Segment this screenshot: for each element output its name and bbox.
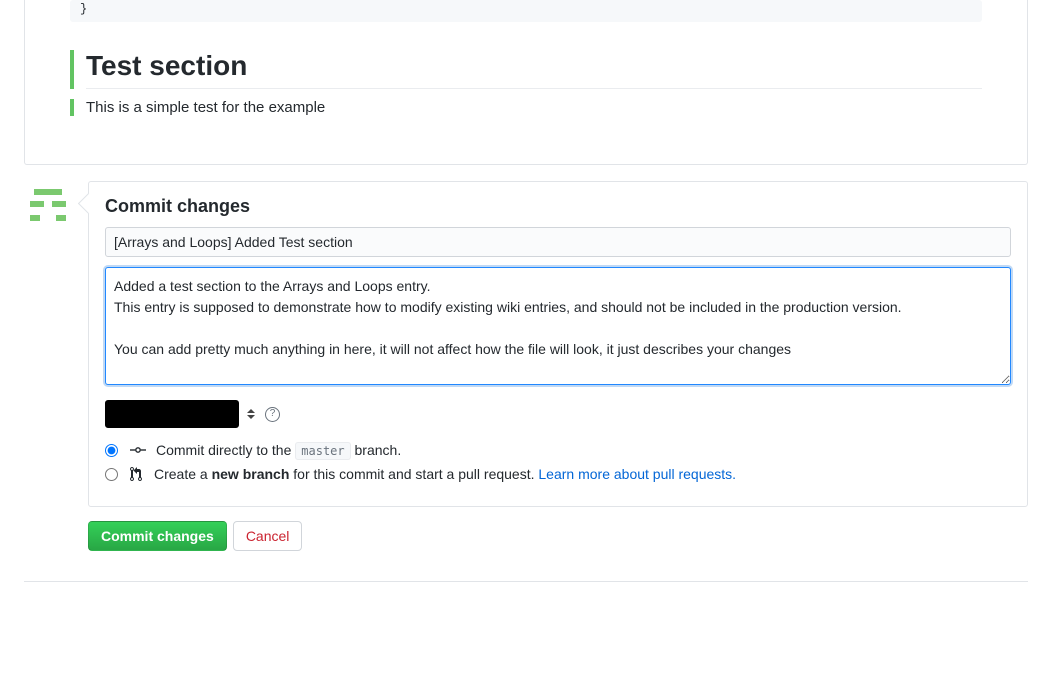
code-text: } bbox=[80, 2, 87, 16]
help-icon[interactable]: ? bbox=[265, 407, 280, 422]
learn-pr-link[interactable]: Learn more about pull requests. bbox=[538, 466, 736, 482]
section-heading: Test section bbox=[86, 50, 982, 89]
cancel-button[interactable]: Cancel bbox=[233, 521, 303, 551]
git-pull-request-icon bbox=[130, 466, 144, 482]
section-heading-block: Test section bbox=[70, 50, 982, 89]
commit-summary-input[interactable] bbox=[105, 227, 1011, 257]
wiki-preview-panel: } Test section This is a simple test for… bbox=[24, 0, 1028, 165]
git-commit-icon bbox=[130, 442, 146, 458]
section-text: This is a simple test for the example bbox=[70, 99, 982, 116]
commit-email-select[interactable] bbox=[105, 400, 239, 428]
footer-divider bbox=[24, 581, 1028, 582]
commit-newbranch-radio[interactable] bbox=[105, 468, 118, 481]
commit-direct-option[interactable]: Commit directly to the master branch. bbox=[105, 442, 1011, 458]
branch-chip: master bbox=[295, 442, 350, 460]
commit-newbranch-option[interactable]: Create a new branch for this commit and … bbox=[105, 466, 1011, 482]
code-block: } bbox=[70, 0, 982, 22]
commit-form-title: Commit changes bbox=[105, 196, 1011, 217]
commit-description-textarea[interactable] bbox=[105, 267, 1011, 385]
avatar-image bbox=[24, 181, 72, 229]
commit-form: Commit changes ? Commit directly to the … bbox=[88, 181, 1028, 507]
commit-direct-label: Commit directly to the master branch. bbox=[156, 442, 401, 458]
avatar bbox=[24, 181, 72, 229]
commit-newbranch-label: Create a new branch for this commit and … bbox=[154, 466, 736, 482]
commit-changes-button[interactable]: Commit changes bbox=[88, 521, 227, 551]
commit-direct-radio[interactable] bbox=[105, 444, 118, 457]
select-caret-icon bbox=[247, 409, 255, 419]
